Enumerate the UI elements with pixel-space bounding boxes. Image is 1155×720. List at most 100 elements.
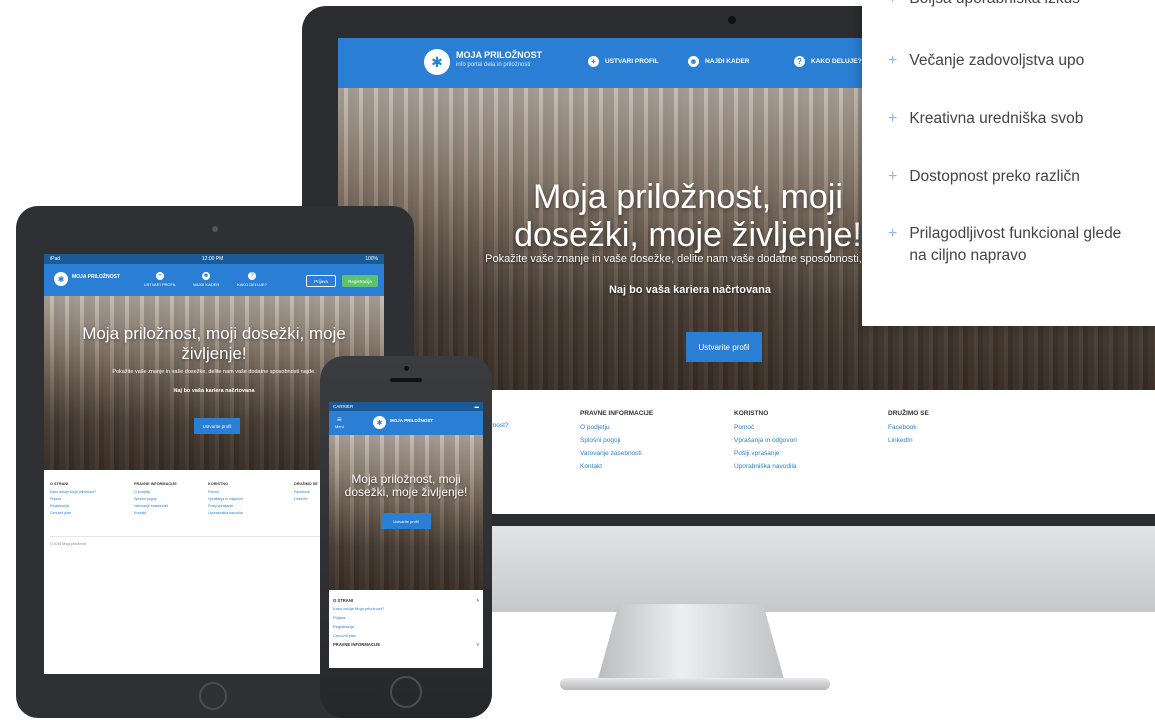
footer-link[interactable]: Kako deluje Moja priložnost?	[333, 606, 479, 611]
footer-link[interactable]: Prijava	[333, 615, 479, 620]
users-icon: ☻	[688, 56, 699, 67]
hero-title: Moja priložnost, moji dosežki, moje živl…	[514, 178, 862, 254]
footer-col-social: DRUŽIMO SE Facebook LinkedIn	[888, 410, 929, 450]
create-profile-button[interactable]: Ustvarite profil	[686, 332, 762, 362]
footer-col-legal: PRAVNE INFORMACIJE O podjetju Splošni po…	[580, 410, 653, 476]
plus-icon: +	[888, 110, 898, 127]
logo-title[interactable]: MOJA PRILOŽNOST	[456, 50, 542, 60]
feature-label: Dostopnost preko različn	[909, 168, 1080, 185]
home-button[interactable]	[199, 682, 227, 710]
speaker-grille	[390, 378, 422, 382]
footer-link[interactable]: Prijava	[50, 497, 96, 501]
accordion-header[interactable]: PRAVNE INFORMACIJE ˅	[333, 642, 479, 647]
camera-dot	[212, 226, 218, 232]
home-button[interactable]	[390, 676, 422, 708]
create-profile-button[interactable]: Ustvarite profil	[381, 513, 431, 529]
footer-col-useful: KORISTNO Pomoč Vprašanja in odgovori Poš…	[734, 410, 797, 476]
nav-find-staff[interactable]: ☻ NAJDI KADER	[186, 272, 226, 287]
plus-icon: +	[888, 225, 898, 242]
nav-how-it-works[interactable]: ? KAKO DELUJE?	[794, 56, 862, 67]
footer-link[interactable]: Vprašanja in odgovori	[734, 437, 797, 444]
nav-create-profile[interactable]: + USTVARI PROFIL	[588, 56, 659, 67]
footer-link[interactable]: Vprašanja in odgovori	[208, 497, 243, 501]
plus-icon: +	[888, 52, 898, 69]
feature-item: + Večanje zadovoljstva upo	[888, 50, 1155, 72]
footer-link[interactable]: Varovanje zasebnosti	[134, 504, 177, 508]
camera-dot	[404, 366, 409, 371]
footer-link[interactable]: Pomoč	[208, 490, 243, 494]
nav-label: NAJDI KADER	[705, 58, 750, 65]
nav-label: KAKO DELUJE?	[237, 282, 267, 287]
footer-link[interactable]: LinkedIn	[294, 497, 318, 501]
tablet-navbar: ✱ MOJA PRILOŽNOST + USTVARI PROFIL ☻ NAJDI…	[44, 264, 384, 296]
logo-icon[interactable]: ✱	[424, 49, 450, 75]
accordion-header[interactable]: O STRANI ˄	[333, 598, 479, 603]
create-profile-button[interactable]: Ustvarite profil	[194, 418, 240, 434]
footer-link[interactable]: Pošlji vprašanje	[208, 504, 243, 508]
battery-icon: ▬	[474, 404, 480, 409]
hero-title: Moja priložnost, moji dosežki, moje živl…	[82, 324, 346, 363]
hero-title: Moja priložnost, moji dosežki, moje živl…	[344, 472, 468, 499]
menu-label: Meni	[335, 424, 344, 429]
login-button[interactable]: Prijava	[306, 275, 336, 287]
hero-text: Pokažite vaše znanje in vaše dosežke, de…	[112, 369, 316, 375]
footer-link[interactable]: Pošlji vprašanje	[734, 450, 797, 457]
camera-dot	[728, 16, 736, 24]
phone-footer: O STRANI ˄ Kako deluje Moja priložnost? P…	[329, 590, 483, 668]
menu-button[interactable]: ≡ Meni	[335, 415, 344, 430]
footer-link[interactable]: Uporabniška navodila	[208, 511, 243, 515]
status-time: 12:00 PM	[201, 256, 224, 262]
footer-link[interactable]: Varovanje zasebnosti	[580, 450, 653, 457]
copyright: © 2015 Moja priložnost	[50, 542, 86, 546]
footer-col-legal: PRAVNE INFORMACIJE O podjetju Splošni po…	[134, 482, 177, 518]
footer-link[interactable]: Splošni pogoji	[580, 437, 653, 444]
logo-icon[interactable]: ✱	[373, 416, 386, 429]
nav-create-profile[interactable]: + USTVARI PROFIL	[140, 272, 180, 287]
footer-link[interactable]: Splošni pogoji	[134, 497, 177, 501]
nav-label: NAJDI KADER	[192, 282, 220, 287]
footer-link[interactable]: Registracija	[333, 624, 479, 629]
section-title: O STRANI	[333, 598, 354, 603]
logo-icon[interactable]: ✱	[54, 272, 68, 286]
footer-link[interactable]: Cenovni plan	[50, 511, 96, 515]
feature-item: + Prilagodljivost funkcional glede na ci…	[888, 223, 1138, 267]
footer-heading: O STRANI	[50, 482, 69, 486]
footer-link[interactable]: Cenovni plan	[333, 633, 479, 638]
phone-hero: Moja priložnost, moji dosežki, moje živl…	[329, 435, 483, 590]
footer-link[interactable]: Facebook	[294, 490, 318, 494]
nav-how-it-works[interactable]: ? KAKO DELUJE?	[232, 272, 272, 287]
feature-item: + Kreativna uredniška svob	[888, 108, 1155, 130]
status-carrier: CARRIER	[333, 404, 354, 409]
phone-device: CARRIER ▬ ≡ Meni ✱ MOJA PRILOŽNOST Moja …	[320, 356, 492, 718]
nav-label: KAKO DELUJE?	[811, 58, 862, 65]
feature-label: Boljša uporabniška izkuš	[909, 0, 1080, 10]
phone-navbar: ≡ Meni ✱ MOJA PRILOŽNOST	[329, 411, 483, 435]
footer-link[interactable]: O podjetju	[580, 424, 653, 431]
footer-link[interactable]: Kontakt	[580, 463, 653, 470]
feature-label: Večanje zadovoljstva upo	[909, 52, 1085, 69]
users-icon: ☻	[202, 272, 210, 280]
footer-link[interactable]: Registracija	[50, 504, 96, 508]
footer-heading: PRAVNE INFORMACIJE	[134, 482, 177, 486]
footer-link[interactable]: Uporabniška navodila	[734, 463, 797, 470]
register-button[interactable]: Registracija	[342, 275, 378, 287]
nav-find-staff[interactable]: ☻ NAJDI KADER	[688, 56, 749, 67]
feature-label: Prilagodljivost funkcional glede na cilj…	[909, 225, 1122, 264]
footer-link[interactable]: Kontakt	[134, 511, 177, 515]
footer-heading: PRAVNE INFORMACIJE	[580, 410, 654, 417]
hamburger-icon: ≡	[337, 415, 342, 424]
plus-icon: +	[888, 168, 898, 185]
footer-link[interactable]: O podjetju	[134, 490, 177, 494]
footer-link[interactable]: Pomoč	[734, 424, 797, 431]
footer-link[interactable]: Kako deluje Moja priložnost?	[50, 490, 96, 494]
footer-col-useful: KORISTNO Pomoč Vprašanja in odgovori Poš…	[208, 482, 243, 518]
footer-heading: DRUŽIMO SE	[294, 482, 318, 486]
plus-icon: +	[888, 0, 897, 10]
footer-heading: KORISTNO	[208, 482, 229, 486]
chevron-up-icon: ˄	[476, 598, 479, 603]
logo-title[interactable]: MOJA PRILOŽNOST	[72, 274, 120, 280]
footer-link[interactable]: Facebook	[888, 424, 929, 431]
logo-title[interactable]: MOJA PRILOŽNOST	[390, 418, 433, 423]
footer-link[interactable]: LinkedIn	[888, 437, 929, 444]
feature-item: + Dostopnost preko različn	[888, 166, 1155, 188]
